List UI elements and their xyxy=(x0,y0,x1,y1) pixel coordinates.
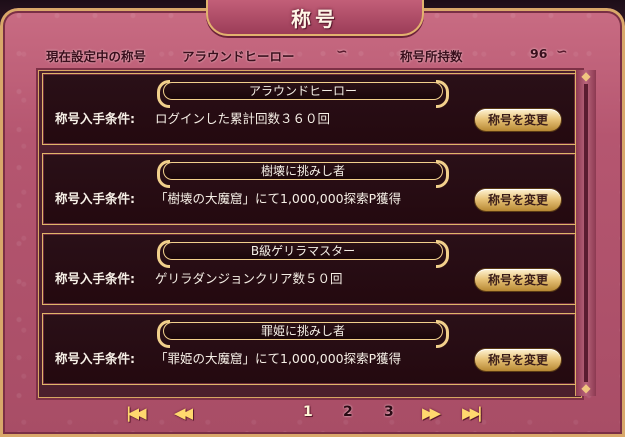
scrollbar[interactable]: ◆ ◆ xyxy=(575,70,596,396)
condition-label: 称号入手条件: xyxy=(55,111,135,126)
change-title-button[interactable]: 称号を変更 xyxy=(475,349,561,371)
current-title-value: アラウンドヒーロー xyxy=(182,49,295,64)
change-title-button[interactable]: 称号を変更 xyxy=(475,189,561,211)
page-number-2[interactable]: 2 xyxy=(343,404,353,420)
title-plate: 称号 xyxy=(206,0,424,36)
title-entry: 罪姫に挑みし者 称号入手条件: 「罪姫の大魔窟」にて1,000,000探索P獲得… xyxy=(42,313,576,385)
last-page-icon[interactable]: ▶▶| xyxy=(462,404,482,422)
condition-text: 「罪姫の大魔窟」にて1,000,000探索P獲得 xyxy=(155,351,402,366)
swirl-ornament-icon: ∽ xyxy=(556,44,568,60)
entry-title-name: アラウンドヒーロー xyxy=(157,80,449,108)
scroll-track[interactable] xyxy=(584,84,588,382)
title-entry: アラウンドヒーロー 称号入手条件: ログインした累計回数３６０回 称号を変更 xyxy=(42,73,576,145)
title-entry: B級ゲリラマスター 称号入手条件: ゲリラダンジョンクリア数５０回 称号を変更 xyxy=(42,233,576,305)
entry-title-name: 樹壊に挑みし者 xyxy=(157,160,449,188)
next-page-icon[interactable]: ▶▶ xyxy=(422,404,441,422)
title-entry: 樹壊に挑みし者 称号入手条件: 「樹壊の大魔窟」にて1,000,000探索P獲得… xyxy=(42,153,576,225)
scroll-down-icon[interactable]: ◆ xyxy=(579,382,593,394)
condition-text: ゲリラダンジョンクリア数５０回 xyxy=(155,271,343,286)
scroll-up-icon[interactable]: ◆ xyxy=(579,70,593,82)
condition-text: ログインした累計回数３６０回 xyxy=(155,111,331,126)
page-title: 称号 xyxy=(291,7,339,31)
title-count-value: 96 xyxy=(530,46,548,61)
page-number-3[interactable]: 3 xyxy=(384,404,394,420)
current-title-label: 現在設定中の称号 xyxy=(46,49,147,64)
entry-title-name: B級ゲリラマスター xyxy=(157,240,449,268)
title-count-label: 称号所持数 xyxy=(400,49,463,64)
change-title-button[interactable]: 称号を変更 xyxy=(475,269,561,291)
condition-label: 称号入手条件: xyxy=(55,191,135,206)
change-title-button[interactable]: 称号を変更 xyxy=(475,109,561,131)
page-number-1[interactable]: 1 xyxy=(303,404,313,420)
condition-label: 称号入手条件: xyxy=(55,271,135,286)
first-page-icon[interactable]: |◀◀ xyxy=(126,404,146,422)
entry-title-name: 罪姫に挑みし者 xyxy=(157,320,449,348)
swirl-ornament-icon: ∽ xyxy=(336,44,348,60)
prev-page-icon[interactable]: ◀◀ xyxy=(174,404,193,422)
condition-text: 「樹壊の大魔窟」にて1,000,000探索P獲得 xyxy=(155,191,402,206)
condition-label: 称号入手条件: xyxy=(55,351,135,366)
